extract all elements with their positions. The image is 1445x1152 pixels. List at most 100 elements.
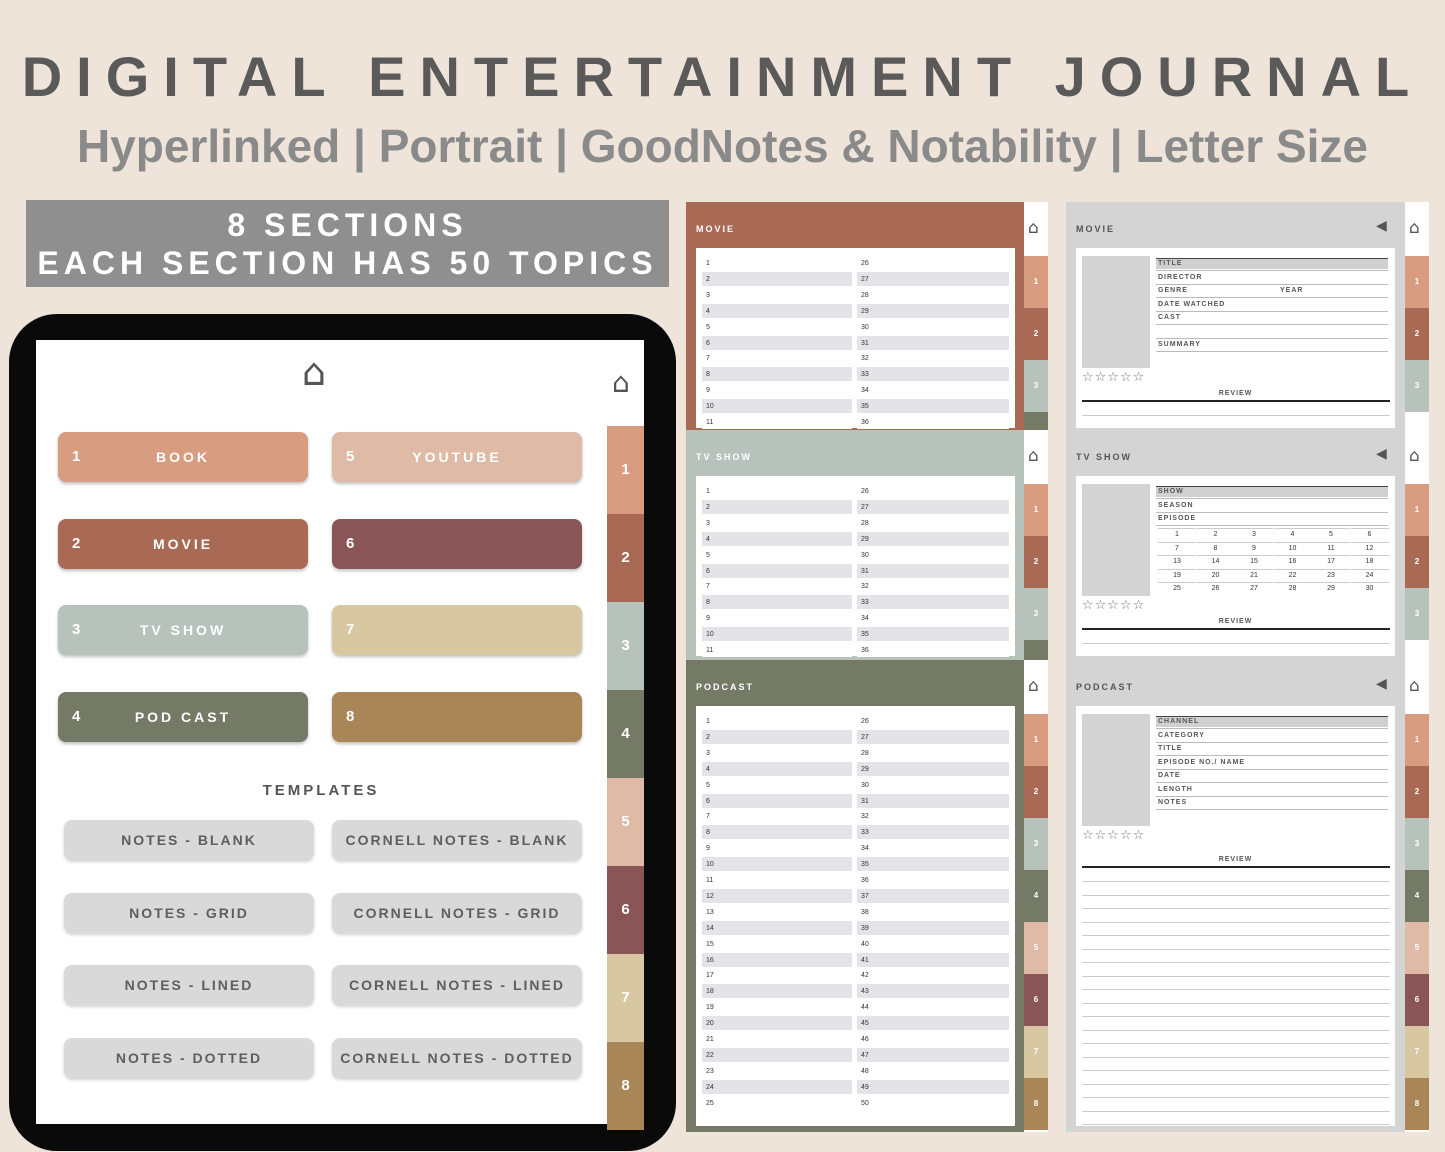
list-row[interactable]: 10: [702, 399, 852, 414]
page-tab-3[interactable]: 3: [1024, 360, 1048, 412]
list-row[interactable]: 3: [702, 745, 852, 760]
episode-cell[interactable]: 30: [1350, 582, 1389, 595]
back-arrow-icon[interactable]: ◀: [1376, 446, 1387, 462]
episode-cell[interactable]: 25: [1158, 582, 1196, 595]
list-row[interactable]: 42: [857, 968, 1009, 983]
list-row[interactable]: 9: [702, 383, 852, 398]
list-row[interactable]: 6: [702, 793, 852, 808]
list-row[interactable]: 39: [857, 920, 1009, 935]
home-icon[interactable]: ⌂: [1409, 446, 1420, 466]
list-row[interactable]: 47: [857, 1047, 1009, 1062]
template-button[interactable]: CORNELL NOTES - BLANK: [332, 820, 582, 860]
list-row[interactable]: 28: [857, 287, 1009, 302]
list-row[interactable]: 31: [857, 793, 1009, 808]
page-tab-1[interactable]: 1: [1024, 714, 1048, 766]
page-tab-6[interactable]: 6: [1024, 974, 1048, 1026]
list-row[interactable]: 5: [702, 547, 852, 562]
page-tab-7[interactable]: 7: [1405, 1026, 1429, 1078]
home-icon[interactable]: ⌂: [1028, 676, 1039, 696]
list-row[interactable]: 1: [702, 484, 852, 498]
list-row[interactable]: 33: [857, 367, 1009, 382]
list-row[interactable]: 49: [857, 1079, 1009, 1094]
episode-cell[interactable]: 20: [1196, 568, 1235, 582]
section-button-4[interactable]: 4 POD CAST: [58, 692, 308, 742]
list-row[interactable]: 33: [857, 595, 1009, 610]
episode-cell[interactable]: 11: [1312, 541, 1350, 555]
side-tab-8[interactable]: 8: [607, 1042, 644, 1130]
page-tab-5[interactable]: 5: [1024, 922, 1048, 974]
list-row[interactable]: 8: [702, 367, 852, 382]
template-button[interactable]: CORNELL NOTES - DOTTED: [332, 1037, 582, 1078]
list-row[interactable]: 13: [702, 904, 852, 919]
list-row[interactable]: 2: [702, 271, 852, 286]
page-tab-3[interactable]: 3: [1024, 818, 1048, 870]
list-row[interactable]: 35: [857, 399, 1009, 414]
page-tab-1[interactable]: 1: [1405, 484, 1429, 536]
list-row[interactable]: 29: [857, 303, 1009, 318]
page-tab-2[interactable]: 2: [1405, 536, 1429, 588]
list-row[interactable]: 1: [702, 256, 852, 270]
list-row[interactable]: 28: [857, 745, 1009, 760]
list-row[interactable]: 9: [702, 611, 852, 626]
list-row[interactable]: 5: [702, 777, 852, 792]
page-tab-1[interactable]: 1: [1405, 714, 1429, 766]
template-button[interactable]: NOTES - LINED: [64, 965, 314, 1005]
list-row[interactable]: 32: [857, 809, 1009, 824]
page-tab-7[interactable]: 7: [1024, 1026, 1048, 1078]
list-row[interactable]: 34: [857, 611, 1009, 626]
page-tab-3[interactable]: 3: [1405, 360, 1429, 412]
page-tab-2[interactable]: 2: [1024, 536, 1048, 588]
page-tab-5[interactable]: 5: [1405, 922, 1429, 974]
list-row[interactable]: 7: [702, 809, 852, 824]
list-row[interactable]: 8: [702, 595, 852, 610]
list-row[interactable]: 10: [702, 627, 852, 642]
list-row[interactable]: 30: [857, 319, 1009, 334]
episode-cell[interactable]: 2: [1196, 528, 1235, 541]
list-row[interactable]: 34: [857, 383, 1009, 398]
list-row[interactable]: 43: [857, 984, 1009, 999]
list-row[interactable]: 6: [702, 563, 852, 578]
rating-stars[interactable]: ☆☆☆☆☆: [1082, 598, 1145, 613]
section-button-8[interactable]: 8: [332, 692, 582, 742]
page-tab-4[interactable]: 4: [1405, 870, 1429, 922]
template-button[interactable]: NOTES - BLANK: [64, 820, 314, 860]
page-tab-3[interactable]: 3: [1405, 588, 1429, 640]
side-tab-2[interactable]: 2: [607, 514, 644, 602]
episode-cell[interactable]: 28: [1273, 582, 1312, 595]
list-row[interactable]: 32: [857, 579, 1009, 594]
list-row[interactable]: 3: [702, 515, 852, 530]
list-row[interactable]: 46: [857, 1032, 1009, 1046]
list-row[interactable]: 36: [857, 643, 1009, 657]
list-row[interactable]: 11: [702, 415, 852, 429]
episode-cell[interactable]: 26: [1196, 582, 1235, 595]
list-row[interactable]: 45: [857, 1016, 1009, 1031]
page-tab-6[interactable]: 6: [1405, 974, 1429, 1026]
list-row[interactable]: 37: [857, 888, 1009, 903]
list-row[interactable]: 23: [702, 1063, 852, 1078]
list-row[interactable]: 11: [702, 643, 852, 657]
home-icon[interactable]: ⌂: [1409, 218, 1420, 238]
list-row[interactable]: 24: [702, 1079, 852, 1094]
list-row[interactable]: 3: [702, 287, 852, 302]
list-row[interactable]: 31: [857, 335, 1009, 350]
list-row[interactable]: 41: [857, 952, 1009, 967]
page-tab-2[interactable]: 2: [1405, 308, 1429, 360]
section-button-7[interactable]: 7: [332, 605, 582, 655]
list-row[interactable]: 15: [702, 936, 852, 951]
episode-cell[interactable]: 17: [1312, 555, 1350, 568]
episode-cell[interactable]: 13: [1158, 555, 1196, 568]
side-tab-4[interactable]: 4: [607, 690, 644, 778]
list-row[interactable]: 22: [702, 1047, 852, 1062]
list-row[interactable]: 29: [857, 531, 1009, 546]
template-button[interactable]: CORNELL NOTES - GRID: [332, 892, 582, 933]
list-row[interactable]: 2: [702, 729, 852, 744]
episode-cell[interactable]: 22: [1273, 568, 1312, 582]
episode-cell[interactable]: 29: [1312, 582, 1350, 595]
page-tab-2[interactable]: 2: [1024, 766, 1048, 818]
home-icon[interactable]: ⌂: [1028, 218, 1039, 238]
page-tab-1[interactable]: 1: [1405, 256, 1429, 308]
side-tab-6[interactable]: 6: [607, 866, 644, 954]
list-row[interactable]: 6: [702, 335, 852, 350]
episode-cell[interactable]: 27: [1235, 582, 1273, 595]
home-icon[interactable]: ⌂: [1028, 446, 1039, 466]
